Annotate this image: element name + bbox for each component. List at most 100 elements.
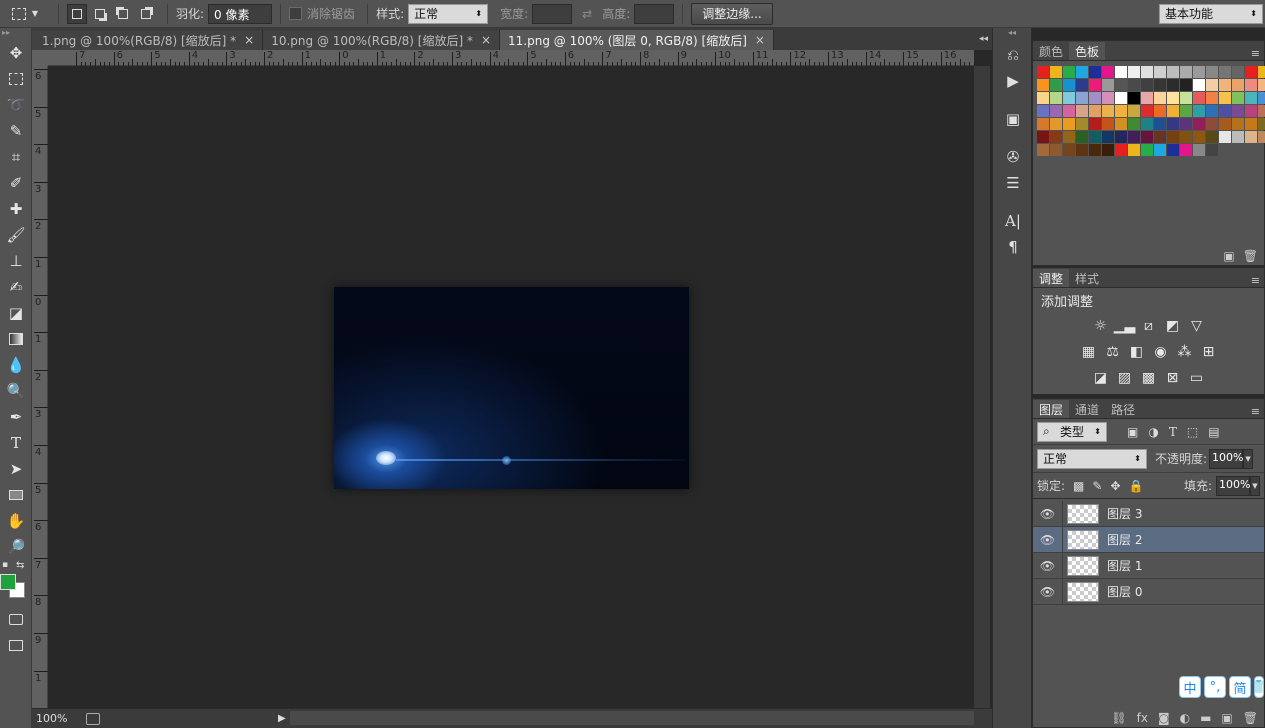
vertical-ruler[interactable]: 654321012345678910 [32,66,48,721]
exposure-icon[interactable]: ◩ [1164,317,1182,335]
opacity-slider-arrow-icon[interactable]: ▼ [1243,448,1254,469]
brightness-icon[interactable]: ☼ [1092,317,1110,335]
color-swatch[interactable] [1037,118,1049,130]
color-swatch[interactable] [1102,92,1114,104]
color-swatch[interactable] [1141,144,1153,156]
color-swatch[interactable] [1128,144,1140,156]
color-swatch[interactable] [1206,105,1218,117]
color-swatch[interactable] [1154,118,1166,130]
color-swatch[interactable] [1180,144,1192,156]
color-swatch[interactable] [1115,144,1127,156]
ime-punctuation-button[interactable]: °, [1204,676,1226,698]
color-swatch[interactable] [1232,92,1244,104]
lasso-tool[interactable]: ➰ [0,92,32,118]
history-brush-tool[interactable]: ✍ [0,274,32,300]
tab-color[interactable]: 颜色 [1033,42,1069,60]
color-swatch[interactable] [1063,144,1075,156]
vertical-scrollbar[interactable] [974,66,990,708]
layer-thumbnail[interactable] [1067,503,1099,524]
color-swatch[interactable] [1076,131,1088,143]
layer-style-icon[interactable]: fx [1137,711,1148,725]
layer-thumbnail[interactable] [1067,581,1099,602]
zoom-level[interactable]: 100% [32,712,80,725]
screen-mode-button[interactable] [0,632,32,658]
color-swatch[interactable] [1128,105,1140,117]
new-adjustment-layer-icon[interactable]: ◐ [1180,711,1190,725]
color-swatch[interactable] [1076,118,1088,130]
color-swatch[interactable] [1089,118,1101,130]
color-swatch[interactable] [1050,92,1062,104]
color-swatch[interactable] [1245,118,1257,130]
color-swatch[interactable] [1180,66,1192,78]
color-swatch[interactable] [1180,105,1192,117]
color-swatch[interactable] [1206,79,1218,91]
color-balance-icon[interactable]: ⚖ [1104,343,1122,361]
color-swatch[interactable] [1167,118,1179,130]
color-swatch[interactable] [1232,131,1244,143]
fill-input[interactable]: 100% [1216,475,1250,496]
intersect-selection-button[interactable] [136,4,156,24]
add-to-selection-button[interactable] [90,4,110,24]
color-swatch[interactable] [1141,105,1153,117]
refine-edge-button[interactable]: 调整边缘... [691,2,773,25]
width-input[interactable] [532,3,573,24]
color-swatch[interactable] [1154,66,1166,78]
color-swatch[interactable] [1089,92,1101,104]
color-swatch[interactable] [1245,105,1257,117]
levels-icon[interactable]: ▁▃ [1114,317,1136,335]
color-swatch[interactable] [1076,144,1088,156]
color-swatch[interactable] [1232,66,1244,78]
color-swatch[interactable] [1245,92,1257,104]
color-swatch[interactable] [1193,79,1205,91]
color-swatch[interactable] [1245,66,1257,78]
color-swatch[interactable] [1037,66,1049,78]
color-swatch[interactable] [1167,79,1179,91]
panel-menu-icon[interactable]: ≡ [1251,274,1264,287]
new-selection-button[interactable] [67,3,87,24]
color-swatch[interactable] [1232,79,1244,91]
color-swatch[interactable] [1089,144,1101,156]
hand-tool[interactable]: ✋ [0,508,32,534]
color-swatch[interactable] [1141,92,1153,104]
color-swatch[interactable] [1258,105,1265,117]
link-layers-icon[interactable]: ⛓ [1111,711,1126,725]
lock-all-icon[interactable]: 🔒 [1129,479,1144,493]
color-swatch[interactable] [1115,105,1127,117]
eraser-tool[interactable]: ◪ [0,300,32,326]
filter-shape-icon[interactable]: ⬚ [1187,425,1198,439]
quick-selection-tool[interactable]: ✎ [0,118,32,144]
path-selection-tool[interactable]: ➤ [0,456,32,482]
add-mask-icon[interactable]: ◙ [1158,711,1170,725]
panel-menu-icon[interactable]: ≡ [1251,47,1264,60]
visibility-eye-icon[interactable]: 👁 [1033,578,1063,605]
color-swatch[interactable] [1115,79,1127,91]
color-swatch[interactable] [1245,131,1257,143]
panel-menu-icon[interactable]: ≡ [1251,405,1264,418]
color-swatch[interactable] [1193,144,1205,156]
color-swatch[interactable] [1180,92,1192,104]
color-swatch[interactable] [1063,92,1075,104]
opacity-input[interactable]: 100% [1209,448,1244,469]
new-swatch-icon[interactable]: ▣ [1223,249,1234,263]
color-swatch[interactable] [1193,131,1205,143]
color-swatch[interactable] [1102,131,1114,143]
actions-panel-button[interactable]: ▶ [993,68,1033,94]
color-swatch[interactable] [1154,144,1166,156]
color-swatch[interactable] [1219,131,1231,143]
quick-mask-button[interactable] [0,606,32,632]
channel-mixer-icon[interactable]: ⁂ [1176,343,1194,361]
color-swatch[interactable] [1141,79,1153,91]
color-swatch[interactable] [1193,118,1205,130]
color-swatch[interactable] [1076,105,1088,117]
color-swatch[interactable] [1089,79,1101,91]
color-swatch[interactable] [1154,131,1166,143]
pen-tool[interactable]: ✒ [0,404,32,430]
tab-styles[interactable]: 样式 [1069,269,1105,287]
height-input[interactable] [634,3,675,24]
lock-transparent-icon[interactable]: ▩ [1073,479,1084,493]
color-swatch[interactable] [1193,92,1205,104]
curves-icon[interactable]: ⧄ [1140,317,1158,335]
ime-simplified-button[interactable]: 简 [1229,676,1251,698]
color-swatch[interactable] [1167,131,1179,143]
color-swatch[interactable] [1063,131,1075,143]
